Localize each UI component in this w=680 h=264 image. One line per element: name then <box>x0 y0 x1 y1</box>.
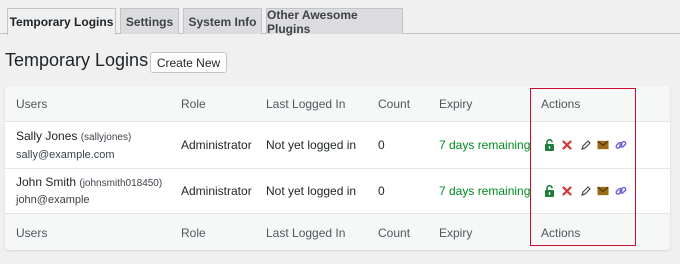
column-footer-role: Role <box>181 226 206 240</box>
table-row: John Smith (johnsmith018450) john@exampl… <box>5 168 670 213</box>
last-logged-in: Not yet logged in <box>266 138 357 152</box>
expiry-status: 7 days remaining <box>439 184 531 198</box>
last-logged-in: Not yet logged in <box>266 184 357 198</box>
user-display-name: Sally Jones <box>16 129 78 143</box>
link-icon[interactable] <box>615 185 627 197</box>
user-role: Administrator <box>181 138 252 152</box>
column-header-count: Count <box>378 97 411 111</box>
tab-bar: Temporary Logins Settings System Info Ot… <box>0 0 680 36</box>
tab-temporary-logins[interactable]: Temporary Logins <box>7 8 116 35</box>
tab-settings[interactable]: Settings <box>120 8 179 34</box>
lock-icon[interactable] <box>543 139 555 151</box>
login-count: 0 <box>378 138 385 152</box>
expiry-status: 7 days remaining <box>439 138 531 152</box>
delete-icon[interactable] <box>561 139 573 151</box>
column-footer-expiry: Expiry <box>439 226 473 240</box>
column-header-expiry: Expiry <box>439 97 473 111</box>
edit-icon[interactable] <box>579 185 591 197</box>
page-title: Temporary Logins <box>5 50 149 70</box>
user-display-name: John Smith <box>16 175 77 189</box>
table-header-row: Users Role Last Logged In Count Expiry A… <box>5 86 670 121</box>
table-footer-row: Users Role Last Logged In Count Expiry A… <box>5 213 670 250</box>
column-header-last-logged-in: Last Logged In <box>266 97 346 111</box>
email-icon[interactable] <box>597 139 609 151</box>
user-email: sally@example.com <box>16 149 115 161</box>
column-footer-actions: Actions <box>541 226 581 240</box>
create-new-button[interactable]: Create New <box>150 52 227 73</box>
column-footer-count: Count <box>378 226 411 240</box>
column-header-actions: Actions <box>541 97 581 111</box>
temporary-logins-table: Users Role Last Logged In Count Expiry A… <box>5 86 670 250</box>
tab-system-info[interactable]: System Info <box>183 8 262 34</box>
column-footer-users[interactable]: Users <box>16 226 47 240</box>
row-actions <box>543 139 627 151</box>
edit-icon[interactable] <box>579 139 591 151</box>
user-email: john@example <box>16 194 90 206</box>
login-count: 0 <box>378 184 385 198</box>
email-icon[interactable] <box>597 185 609 197</box>
delete-icon[interactable] <box>561 185 573 197</box>
column-header-users[interactable]: Users <box>16 97 47 111</box>
tab-other-awesome-plugins[interactable]: Other Awesome Plugins <box>266 8 403 36</box>
column-header-role: Role <box>181 97 206 111</box>
row-actions <box>543 185 627 197</box>
user-name: John Smith (johnsmith018450) <box>16 175 162 189</box>
user-login: (johnsmith018450) <box>79 178 163 189</box>
column-footer-last-logged-in: Last Logged In <box>266 226 346 240</box>
user-name: Sally Jones (sallyjones) <box>16 129 131 143</box>
user-login: (sallyjones) <box>80 132 132 143</box>
user-role: Administrator <box>181 184 252 198</box>
link-icon[interactable] <box>615 139 627 151</box>
lock-icon[interactable] <box>543 185 555 197</box>
table-row: Sally Jones (sallyjones) sally@example.c… <box>5 121 670 168</box>
